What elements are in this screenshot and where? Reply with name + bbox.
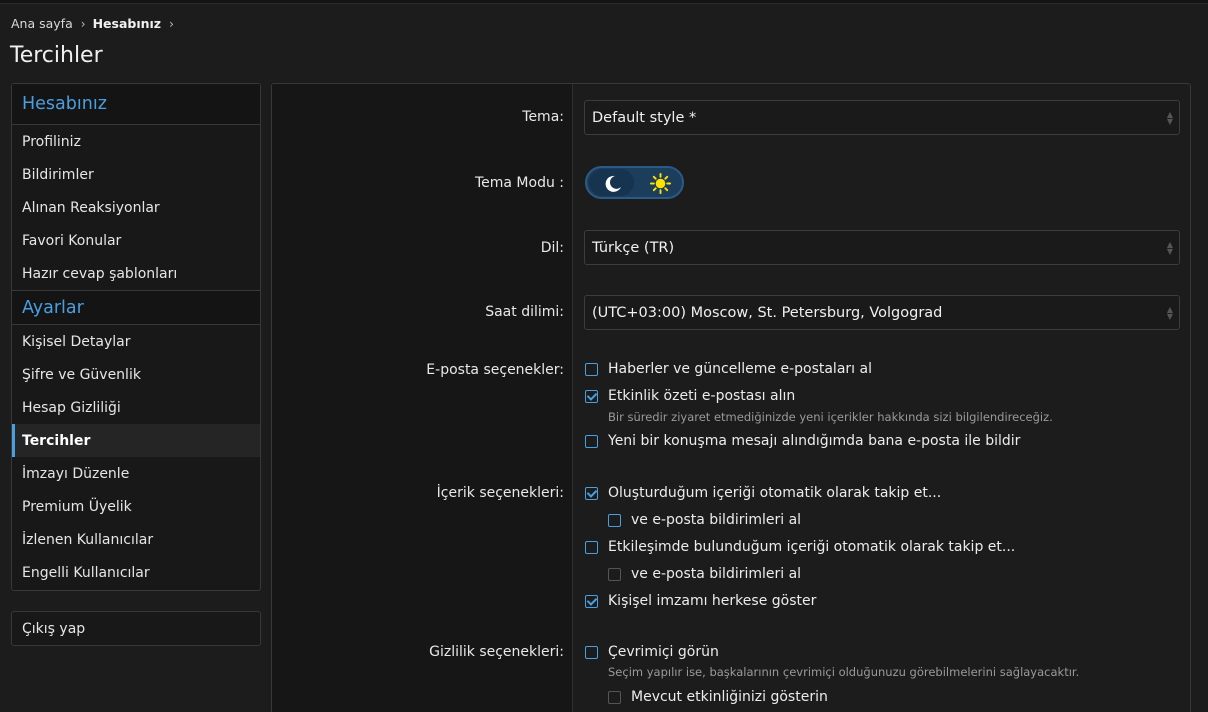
timezone-select-value: (UTC+03:00) Moscow, St. Petersburg, Volg… — [592, 304, 943, 321]
watch-created-email-checkbox[interactable] — [608, 513, 621, 527]
sidebar-item-profile[interactable]: Profiliniz — [12, 125, 260, 158]
show-signature-checkbox[interactable] — [585, 594, 598, 608]
show-signature-label: Kişişel imzamı herkese göster — [608, 593, 817, 609]
chevron-right-icon: › — [80, 16, 86, 31]
email-news-checkbox[interactable] — [585, 362, 598, 376]
theme-mode-toggle[interactable] — [585, 166, 684, 199]
sun-icon — [649, 172, 672, 195]
watch-interacted-checkbox[interactable] — [585, 540, 598, 554]
email-news-label: Haberler ve güncelleme e-postaları al — [608, 361, 872, 377]
sidebar-item-templates[interactable]: Hazır cevap şablonları — [12, 257, 260, 290]
watch-interacted-email-label: ve e-posta bildirimleri al — [631, 566, 802, 582]
sidebar-item-following[interactable]: İzlenen Kullanıcılar — [12, 523, 260, 556]
email-options-label: E-posta seçenekler: — [426, 362, 564, 378]
sidebar-heading-settings: Ayarlar — [12, 290, 260, 325]
watch-interacted-email-checkbox[interactable] — [608, 567, 621, 581]
watch-created-checkbox[interactable] — [585, 486, 598, 500]
select-arrows-icon: ▲ ▼ — [1166, 305, 1173, 321]
watch-created-email-label: ve e-posta bildirimleri al — [631, 512, 802, 528]
sidebar-item-ignored[interactable]: Engelli Kullanıcılar — [12, 556, 260, 589]
timezone-select[interactable]: (UTC+03:00) Moscow, St. Petersburg, Volg… — [584, 295, 1180, 330]
sidebar-item-preferences[interactable]: Tercihler — [12, 424, 260, 457]
sidebar-item-privacy[interactable]: Hesap Gizliliği — [12, 391, 260, 424]
logout-button[interactable]: Çıkış yap — [11, 611, 261, 646]
page-title: Tercihler — [10, 43, 103, 68]
watch-created-option[interactable]: Oluşturduğum içeriği otomatik olarak tak… — [585, 485, 941, 501]
sidebar-item-premium[interactable]: Premium Üyelik — [12, 490, 260, 523]
watch-interacted-email-option[interactable]: ve e-posta bildirimleri al — [608, 566, 801, 582]
content-options-label: İçerik seçenekleri: — [436, 485, 564, 501]
sidebar-item-personal-details[interactable]: Kişisel Detaylar — [12, 325, 260, 358]
top-bar — [0, 0, 1208, 4]
email-conversation-label: Yeni bir konuşma mesajı alındığımda bana… — [608, 433, 1021, 449]
watch-interacted-option[interactable]: Etkileşimde bulunduğum içeriği otomatik … — [585, 539, 1015, 555]
language-select[interactable]: Türkçe (TR) ▲ ▼ — [584, 230, 1180, 265]
activity-label: Mevcut etkinliğinizi gösterin — [631, 689, 828, 705]
email-digest-hint: Bir süredir ziyaret etmediğinizde yeni i… — [608, 410, 1053, 424]
online-label: Çevrimiçi görün — [608, 644, 719, 660]
online-option[interactable]: Çevrimiçi görün — [585, 644, 719, 660]
sidebar: Hesabınız Profiliniz Bildirimler Alınan … — [11, 83, 261, 591]
language-label: Dil: — [540, 240, 564, 256]
chevron-right-icon: › — [169, 16, 174, 31]
sidebar-item-reactions[interactable]: Alınan Reaksiyonlar — [12, 191, 260, 224]
sidebar-item-bookmarks[interactable]: Favori Konular — [12, 224, 260, 257]
email-digest-label: Etkinlik özeti e-postası alın — [608, 388, 796, 404]
select-arrows-icon: ▲ ▼ — [1166, 240, 1173, 256]
email-digest-option[interactable]: Etkinlik özeti e-postası alın — [585, 388, 795, 404]
email-news-option[interactable]: Haberler ve güncelleme e-postaları al — [585, 361, 872, 377]
theme-select-value: Default style * — [592, 109, 697, 126]
email-digest-checkbox[interactable] — [585, 389, 598, 403]
online-checkbox[interactable] — [585, 645, 598, 659]
timezone-label: Saat dilimi: — [485, 304, 564, 320]
watch-created-email-option[interactable]: ve e-posta bildirimleri al — [608, 512, 801, 528]
show-signature-option[interactable]: Kişişel imzamı herkese göster — [585, 593, 816, 609]
breadcrumb-current[interactable]: Hesabınız — [93, 16, 162, 31]
moon-icon — [605, 175, 621, 192]
select-arrows-icon: ▲ ▼ — [1166, 110, 1173, 126]
online-hint: Seçim yapılır ise, başkalarının çevrimiç… — [608, 665, 1080, 679]
activity-checkbox[interactable] — [608, 690, 621, 704]
privacy-options-label: Gizlilik seçenekleri: — [429, 644, 564, 660]
preferences-form: Tema: Default style * ▲ ▼ Tema Modu : Dil… — [271, 83, 1191, 712]
sidebar-heading-account[interactable]: Hesabınız — [12, 84, 260, 125]
theme-select[interactable]: Default style * ▲ ▼ — [584, 100, 1180, 135]
activity-option[interactable]: Mevcut etkinliğinizi gösterin — [608, 689, 828, 705]
breadcrumb-home[interactable]: Ana sayfa — [11, 16, 73, 31]
sidebar-item-security[interactable]: Şifre ve Güvenlik — [12, 358, 260, 391]
theme-mode-label: Tema Modu : — [474, 175, 564, 191]
sidebar-item-signature[interactable]: İmzayı Düzenle — [12, 457, 260, 490]
breadcrumb: Ana sayfa › Hesabınız › — [11, 16, 181, 31]
watch-interacted-label: Etkileşimde bulunduğum içeriği otomatik … — [608, 539, 1016, 555]
language-select-value: Türkçe (TR) — [592, 239, 675, 256]
email-conversation-checkbox[interactable] — [585, 434, 598, 448]
email-conversation-option[interactable]: Yeni bir konuşma mesajı alındığımda bana… — [585, 433, 1020, 449]
watch-created-label: Oluşturduğum içeriği otomatik olarak tak… — [608, 485, 942, 501]
theme-label: Tema: — [522, 109, 564, 125]
sidebar-item-notifications[interactable]: Bildirimler — [12, 158, 260, 191]
